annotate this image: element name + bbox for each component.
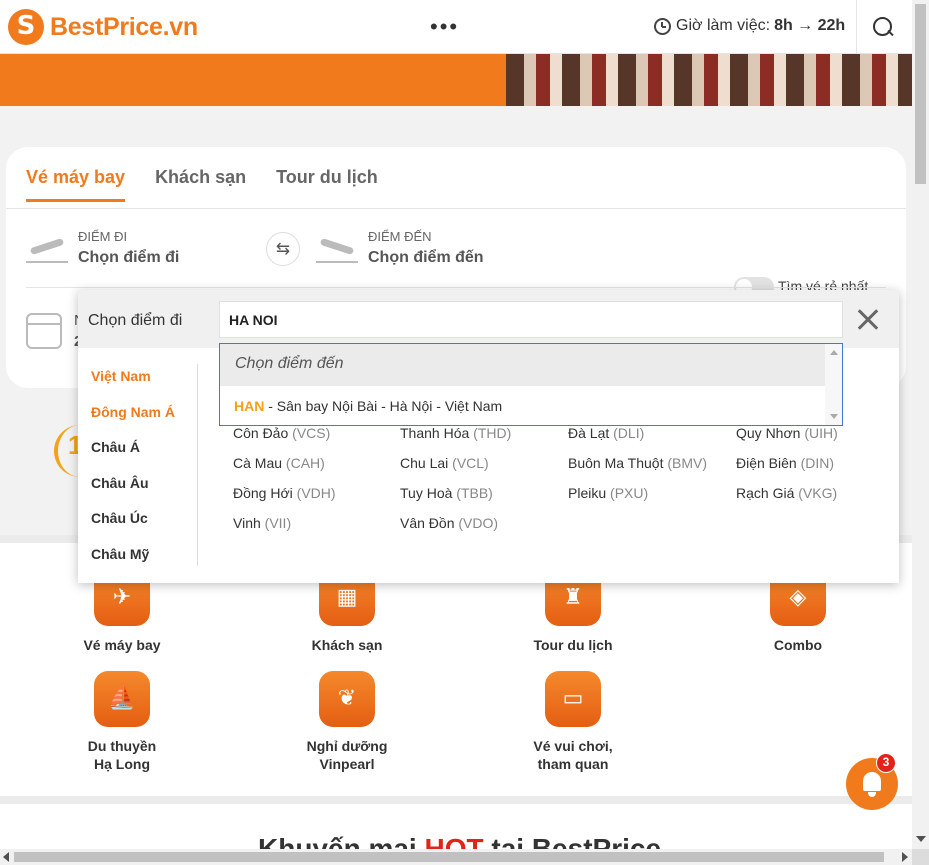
swap-button[interactable]: ⇆ xyxy=(266,232,300,266)
city-option[interactable]: Cà Mau (CAH) xyxy=(233,454,400,473)
city-option[interactable]: Vinh (VII) xyxy=(233,514,400,533)
service-resort[interactable]: ❦ Nghỉ dưỡng Vinpearl xyxy=(277,671,417,773)
destination-label: ĐIỂM ĐẾN xyxy=(368,229,432,244)
scroll-left-arrow-icon[interactable] xyxy=(3,852,9,862)
city-option[interactable]: Rạch Giá (VKG) xyxy=(736,484,896,503)
horizontal-scroll-thumb[interactable] xyxy=(14,852,884,862)
destination-field[interactable]: ĐIỂM ĐẾN Chọn điểm đến xyxy=(368,229,484,267)
region-vietnam[interactable]: Việt Nam xyxy=(91,368,175,404)
city-option[interactable]: Thanh Hóa (THD) xyxy=(400,424,568,443)
city-grid: Côn Đảo (VCS) Thanh Hóa (THD) Đà Lạt (DL… xyxy=(233,424,896,533)
search-icon[interactable] xyxy=(872,16,894,38)
scroll-up-icon[interactable] xyxy=(830,350,838,355)
autocomplete-placeholder: Chọn điểm đến xyxy=(235,355,344,372)
city-search-input[interactable] xyxy=(219,301,843,338)
landing-icon xyxy=(316,231,358,265)
origin-picker-panel: Chọn điểm đi Việt Nam Đông Nam Á Châu Á … xyxy=(78,290,899,583)
more-menu-button[interactable]: ••• xyxy=(430,16,459,38)
search-tabs: Vé máy bay Khách sạn Tour du lịch xyxy=(26,167,378,202)
header-divider xyxy=(856,0,857,54)
region-america[interactable]: Châu Mỹ xyxy=(91,546,175,582)
city-option[interactable]: Pleiku (PXU) xyxy=(568,484,736,503)
top-header: BestPrice.vn ••• Giờ làm việc: 8h → 22h xyxy=(0,0,912,54)
cruise-icon: ⛵ xyxy=(94,671,150,727)
origin-value: Chọn điểm đi xyxy=(78,249,180,266)
city-option[interactable]: Đồng Hới (VDH) xyxy=(233,484,400,503)
service-tickets[interactable]: ▭ Vé vui chơi, tham quan xyxy=(503,671,643,773)
tabs-divider xyxy=(6,208,906,209)
scroll-down-icon[interactable] xyxy=(830,414,838,419)
tab-flights[interactable]: Vé máy bay xyxy=(26,167,126,202)
page-horizontal-scrollbar[interactable] xyxy=(0,849,912,865)
origin-label: ĐIỂM ĐI xyxy=(78,229,128,244)
resort-icon: ❦ xyxy=(319,671,375,727)
service-label: Du thuyền Hạ Long xyxy=(87,738,157,772)
region-southeast-asia[interactable]: Đông Nam Á xyxy=(91,404,175,440)
picker-title: Chọn điểm đi xyxy=(88,312,183,329)
destination-autocomplete: Chọn điểm đến HAN - Sân bay Nội Bài - Hà… xyxy=(219,343,843,426)
autocomplete-placeholder-row[interactable]: Chọn điểm đến xyxy=(220,344,825,386)
section-divider xyxy=(0,796,912,804)
service-label: Vé vui chơi, tham quan xyxy=(533,738,613,772)
region-australia[interactable]: Châu Úc xyxy=(91,510,175,546)
service-label: Nghỉ dưỡng Vinpearl xyxy=(306,738,388,772)
service-label: Vé máy bay xyxy=(83,637,161,653)
service-cruise[interactable]: ⛵ Du thuyền Hạ Long xyxy=(52,671,192,773)
picker-header: Chọn điểm đi xyxy=(78,290,899,348)
city-option[interactable]: Buôn Ma Thuột (BMV) xyxy=(568,454,736,473)
region-divider xyxy=(197,364,198,566)
region-europe[interactable]: Châu Âu xyxy=(91,475,175,511)
city-option[interactable]: Chu Lai (VCL) xyxy=(400,454,568,473)
working-hours: Giờ làm việc: 8h → 22h xyxy=(654,17,845,35)
page-vertical-scrollbar[interactable] xyxy=(912,0,929,849)
calendar-icon xyxy=(26,313,62,349)
logo-mark-icon xyxy=(8,9,44,45)
hours-value: 8h → 22h xyxy=(774,17,846,34)
autocomplete-scrollbar[interactable] xyxy=(825,344,842,425)
city-option[interactable]: Tuy Hoà (TBB) xyxy=(400,484,568,503)
region-asia[interactable]: Châu Á xyxy=(91,439,175,475)
close-icon[interactable] xyxy=(855,307,881,333)
tab-tours[interactable]: Tour du lịch xyxy=(276,167,378,202)
bestprice-logo[interactable]: BestPrice.vn xyxy=(8,9,198,45)
autocomplete-option[interactable]: HAN - Sân bay Nội Bài - Hà Nội - Việt Na… xyxy=(234,398,502,414)
ticket-icon: ▭ xyxy=(545,671,601,727)
logo-text: BestPrice.vn xyxy=(50,12,198,41)
vertical-scroll-thumb[interactable] xyxy=(915,4,926,184)
tab-hotels[interactable]: Khách sạn xyxy=(155,167,246,202)
hero-banner-photo xyxy=(506,54,912,106)
region-list: Việt Nam Đông Nam Á Châu Á Châu Âu Châu … xyxy=(91,368,175,581)
takeoff-icon xyxy=(26,231,68,265)
city-option[interactable]: Vân Đồn (VDO) xyxy=(400,514,568,533)
scroll-down-arrow-icon[interactable] xyxy=(916,836,926,842)
destination-value: Chọn điểm đến xyxy=(368,249,484,266)
service-label: Khách sạn xyxy=(311,637,383,653)
service-label: Combo xyxy=(773,637,823,653)
city-option[interactable]: Điện Biên (DIN) xyxy=(736,454,896,473)
service-label: Tour du lịch xyxy=(533,637,613,653)
hours-label: Giờ làm việc: xyxy=(676,17,771,34)
clock-icon xyxy=(654,17,671,35)
city-option[interactable]: Đà Lạt (DLI) xyxy=(568,424,736,443)
city-option[interactable]: Quy Nhơn (UIH) xyxy=(736,424,896,443)
scrollbar-corner xyxy=(912,849,929,865)
city-option[interactable]: Côn Đảo (VCS) xyxy=(233,424,400,443)
origin-field[interactable]: ĐIỂM ĐI Chọn điểm đi xyxy=(78,229,179,267)
fields-divider xyxy=(26,287,886,288)
notification-count-badge: 3 xyxy=(876,753,896,773)
scroll-right-arrow-icon[interactable] xyxy=(902,852,908,862)
